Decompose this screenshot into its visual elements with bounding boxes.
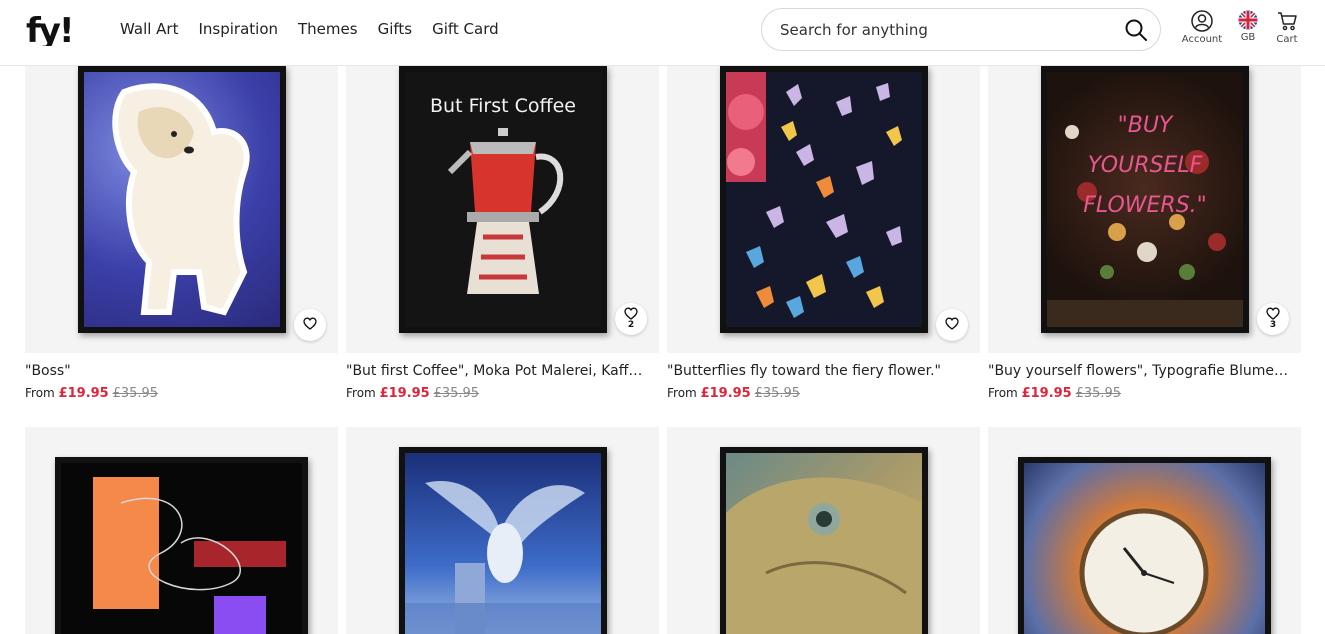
butterflies-artwork (726, 72, 902, 318)
original-price: £35.95 (433, 386, 480, 401)
product-title[interactable]: "But first Coffee", Moka Pot Malerei, Ka… (346, 363, 646, 379)
product-price: From £19.95 £35.95 (346, 386, 479, 401)
product-image[interactable] (25, 66, 338, 353)
search-icon[interactable] (1124, 18, 1148, 42)
original-price: £35.95 (1075, 386, 1122, 401)
favourite-button[interactable] (294, 309, 326, 341)
sale-price: £19.95 (379, 386, 430, 401)
favourite-button[interactable]: 2 (615, 303, 647, 335)
nav-gifts[interactable]: Gifts (378, 20, 413, 38)
nav-themes[interactable]: Themes (298, 20, 358, 38)
favourite-button[interactable] (936, 309, 968, 341)
product-price: From £19.95 £35.95 (988, 386, 1121, 401)
framed-print (720, 447, 928, 634)
region-selector[interactable]: GB (1234, 10, 1262, 43)
heart-icon (945, 317, 959, 330)
product-image[interactable] (988, 427, 1301, 634)
flowers-headline: "BUY (1118, 113, 1174, 138)
sale-price: £19.95 (1021, 386, 1072, 401)
cart-icon (1278, 12, 1297, 31)
product-title[interactable]: "Boss" (25, 363, 325, 379)
account-label: Account (1181, 34, 1223, 45)
cart-button[interactable]: Cart (1270, 10, 1304, 45)
coffee-headline: But First Coffee (430, 95, 576, 117)
main-nav: Wall Art Inspiration Themes Gifts Gift C… (120, 20, 499, 38)
coffee-artwork: But First Coffee (430, 95, 576, 294)
from-label: From (988, 386, 1018, 400)
nav-gift-card[interactable]: Gift Card (432, 20, 499, 38)
framed-print (78, 66, 286, 333)
sale-price: £19.95 (700, 386, 751, 401)
favourite-button[interactable]: 3 (1257, 303, 1289, 335)
clock-artwork (1079, 508, 1209, 634)
angel-artwork (405, 481, 601, 634)
product-price: From £19.95 £35.95 (25, 386, 158, 401)
original-price: £35.95 (112, 386, 159, 401)
framed-print (1018, 457, 1271, 634)
abstract-artwork (93, 477, 286, 634)
product-image[interactable] (346, 427, 659, 634)
account-button[interactable]: Account (1178, 10, 1226, 45)
site-header: fy! Wall Art Inspiration Themes Gifts Gi… (0, 0, 1325, 66)
framed-print (399, 447, 607, 634)
favourite-count: 2 (627, 320, 635, 330)
search-input[interactable] (780, 19, 1120, 41)
heart-icon (303, 317, 317, 330)
product-title[interactable]: "Buy yourself flowers", Typografie Blume… (988, 363, 1288, 379)
product-image[interactable]: "BUY YOURSELF FLOWERS." 3 (988, 66, 1301, 353)
frog-artwork (726, 477, 922, 634)
framed-print: But First Coffee (399, 66, 607, 333)
product-price: From £19.95 £35.95 (667, 386, 800, 401)
flowers-headline-2: YOURSELF (1088, 153, 1203, 178)
product-image[interactable] (667, 427, 980, 634)
from-label: From (346, 386, 376, 400)
heart-icon (624, 307, 638, 320)
flowers-headline-3: FLOWERS." (1083, 193, 1207, 218)
from-label: From (667, 386, 697, 400)
uk-flag-icon (1238, 10, 1258, 30)
account-icon (1191, 10, 1213, 32)
nav-wall-art[interactable]: Wall Art (120, 20, 178, 38)
dog-artwork (112, 83, 250, 316)
fy-logo[interactable]: fy! (26, 12, 100, 46)
from-label: From (25, 386, 55, 400)
svg-text:fy!: fy! (26, 12, 72, 46)
flowers-artwork: "BUY YOURSELF FLOWERS." (1047, 113, 1243, 327)
favourite-count: 3 (1269, 320, 1277, 330)
product-image[interactable] (25, 427, 338, 634)
product-image[interactable]: But First Coffee 2 (346, 66, 659, 353)
sale-price: £19.95 (58, 386, 109, 401)
cart-label: Cart (1276, 34, 1298, 45)
framed-print: "BUY YOURSELF FLOWERS." (1041, 66, 1249, 333)
nav-inspiration[interactable]: Inspiration (198, 20, 278, 38)
heart-icon (1266, 307, 1280, 320)
original-price: £35.95 (754, 386, 801, 401)
product-title[interactable]: "Butterflies fly toward the fiery flower… (667, 363, 967, 379)
region-label: GB (1240, 32, 1256, 43)
product-image[interactable] (667, 66, 980, 353)
framed-print (720, 66, 928, 333)
search-bar (761, 8, 1161, 51)
framed-print (55, 457, 308, 634)
